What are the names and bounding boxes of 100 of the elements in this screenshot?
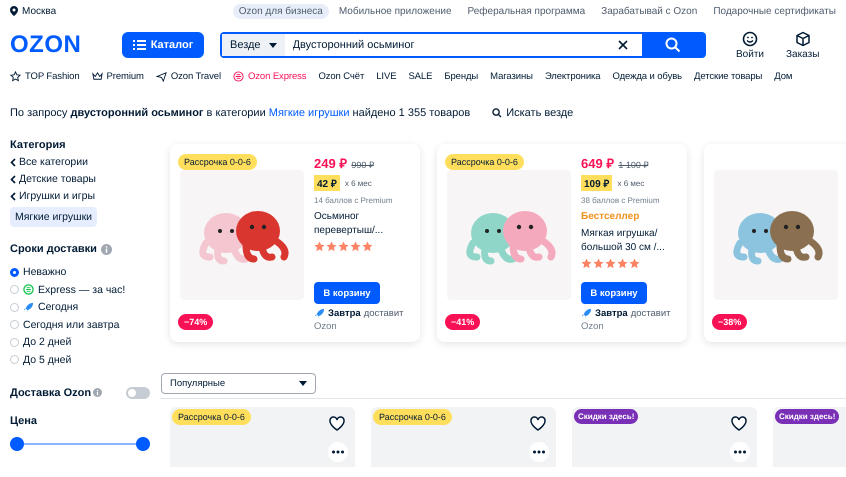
installment-term: x 6 мес — [617, 178, 644, 188]
price-slider[interactable] — [10, 436, 150, 450]
caret-icon — [299, 381, 307, 386]
filter-heading: Сроки доставки — [10, 243, 97, 255]
product-title[interactable]: Мягкая игрушка/ большой 30 см /... — [581, 227, 679, 254]
product-card[interactable]: Рассрочка 0-0-6 — [170, 407, 355, 467]
search-scope-dropdown[interactable]: Везде — [222, 34, 285, 56]
top-link[interactable]: Зарабатывай с Ozon — [595, 4, 704, 18]
product-title[interactable]: Осьминог перевертыш/... — [314, 210, 412, 237]
rocket-icon — [314, 308, 325, 319]
installment-price: 109 ₽ — [581, 175, 612, 191]
caret-icon — [268, 42, 277, 48]
add-to-cart-button[interactable]: В корзину — [314, 282, 380, 304]
nav-link[interactable]: Дом — [774, 69, 792, 83]
star-icon — [362, 241, 373, 252]
box-icon[interactable] — [794, 30, 811, 46]
paper-plane-icon — [156, 70, 167, 82]
delivery-option[interactable]: Неважно — [10, 265, 150, 279]
heart-icon[interactable] — [329, 416, 345, 431]
delivery-option[interactable]: Сегодня — [10, 300, 150, 314]
nav-link[interactable]: Детские товары — [694, 69, 762, 83]
category-item[interactable]: Игрушки и игры — [10, 190, 96, 202]
add-to-cart-button[interactable]: В корзину — [581, 282, 647, 304]
more-icon[interactable] — [730, 442, 750, 462]
product-card[interactable]: Скидки здесь! — [773, 407, 846, 467]
category-item[interactable]: Мягкие игрушки — [10, 207, 98, 227]
nav-link[interactable]: Электроника — [544, 69, 600, 83]
more-icon[interactable] — [529, 442, 549, 462]
delivery-option[interactable]: Express — за час! — [10, 282, 150, 296]
more-icon[interactable] — [328, 442, 348, 462]
sort-dropdown[interactable]: Популярные — [161, 373, 316, 394]
crown-icon — [92, 70, 103, 82]
location-link[interactable]: Москва — [10, 6, 56, 16]
installment-price: 42 ₽ — [314, 175, 340, 191]
nav-link[interactable]: Premium — [92, 69, 144, 83]
delivery-option[interactable]: До 5 дней — [10, 352, 150, 366]
product-card[interactable]: Рассрочка 0-0-6 −41% 649 ₽ 1 100 ₽ 109 ₽ x 6 мес 38 баллов с Premium Бестселлер Мягкая игрушка/ большой 30 см /... В корзину Завтра доставит Ozon — [437, 144, 687, 342]
toggle-switch[interactable] — [126, 386, 150, 398]
category-item[interactable]: Детские товары — [10, 173, 96, 185]
filter-heading: Категория — [10, 139, 67, 151]
nav-link[interactable]: SALE — [408, 69, 432, 83]
search-icon — [492, 108, 502, 118]
nav-link[interactable]: Бренды — [444, 69, 478, 83]
express-icon — [23, 284, 34, 295]
price: 249 ₽ — [314, 155, 348, 172]
close-icon[interactable] — [618, 40, 628, 50]
seller-name[interactable]: Ozon — [581, 321, 679, 332]
nav-link[interactable]: Одежда и обувь — [612, 69, 682, 83]
delivery-option[interactable]: Сегодня или завтра — [10, 318, 150, 332]
nav-link[interactable]: Ozon Express — [232, 69, 306, 83]
category-link[interactable]: Мягкие игрушки — [268, 107, 350, 119]
search-result-summary: По запросу двусторонний осьминог в категории Мягкие игрушки найдено 1 355 товаров — [10, 107, 470, 119]
header-action-label[interactable]: Войти — [736, 48, 764, 60]
catalog-button[interactable]: Каталог — [122, 32, 204, 58]
promo-badge: Рассрочка 0-0-6 — [172, 409, 251, 425]
heart-icon[interactable] — [731, 416, 747, 431]
rocket-icon — [581, 308, 592, 319]
star-icon — [593, 258, 604, 269]
installment-badge: Рассрочка 0-0-6 — [445, 154, 524, 170]
star-icon — [629, 258, 640, 269]
logo[interactable]: OZON — [10, 31, 110, 59]
premium-points: 38 баллов с Premium — [581, 196, 661, 205]
price: 649 ₽ — [581, 155, 614, 172]
delivery-text: доставит — [364, 308, 404, 319]
search-everywhere-link[interactable]: Искать везде — [492, 107, 574, 119]
star-icon — [350, 241, 361, 252]
star-icon — [326, 241, 337, 252]
installment-badge: Рассрочка 0-0-6 — [178, 154, 257, 170]
discount-badge: −38% — [712, 314, 748, 330]
smiley-icon[interactable] — [742, 30, 758, 46]
nav-link[interactable]: Ozon Travel — [156, 69, 221, 83]
menu-icon — [132, 40, 146, 50]
top-link[interactable]: Подарочные сертификаты — [707, 4, 842, 18]
promo-badge: Скидки здесь! — [574, 409, 638, 424]
top-link[interactable]: Реферальная программа — [462, 4, 592, 18]
product-card[interactable]: Рассрочка 0-0-6 — [371, 407, 556, 467]
promo-badge: Скидки здесь! — [775, 409, 840, 424]
star-icon — [314, 241, 325, 252]
top-link[interactable]: Ozon для бизнеса — [232, 4, 329, 18]
nav-link[interactable]: Магазины — [490, 69, 533, 83]
delivery-text: доставит — [630, 308, 671, 319]
filter-heading: Доставка Ozon — [10, 386, 92, 398]
delivery-option[interactable]: До 2 дней — [10, 335, 150, 349]
star-icon — [10, 70, 21, 82]
delivery-day: Завтра — [595, 308, 628, 319]
product-card[interactable]: Рассрочка 0-0-6 −74% 249 ₽ 990 ₽ 42 ₽ x 6 мес 14 баллов с Premium Осьминог перевертыш/... В корзину Завтра доставит Ozon — [170, 144, 420, 342]
search-button[interactable] — [642, 34, 704, 56]
nav-link[interactable]: TOP Fashion — [10, 69, 80, 83]
product-card[interactable]: Скидки здесь! — [572, 407, 757, 467]
nav-link[interactable]: LIVE — [376, 69, 396, 83]
old-price: 990 ₽ — [351, 159, 374, 171]
top-link[interactable]: Мобильное приложение — [332, 4, 458, 18]
header-action-label[interactable]: Заказы — [786, 48, 820, 60]
search-field[interactable]: Везде Двусторонний осьминог — [220, 32, 706, 58]
nav-link[interactable]: Ozon Счёт — [318, 69, 364, 83]
radio-button[interactable] — [10, 268, 19, 276]
seller-name[interactable]: Ozon — [314, 321, 412, 332]
heart-icon[interactable] — [530, 416, 546, 431]
product-card[interactable]: −38% — [704, 144, 846, 342]
category-item[interactable]: Все категории — [10, 156, 88, 168]
